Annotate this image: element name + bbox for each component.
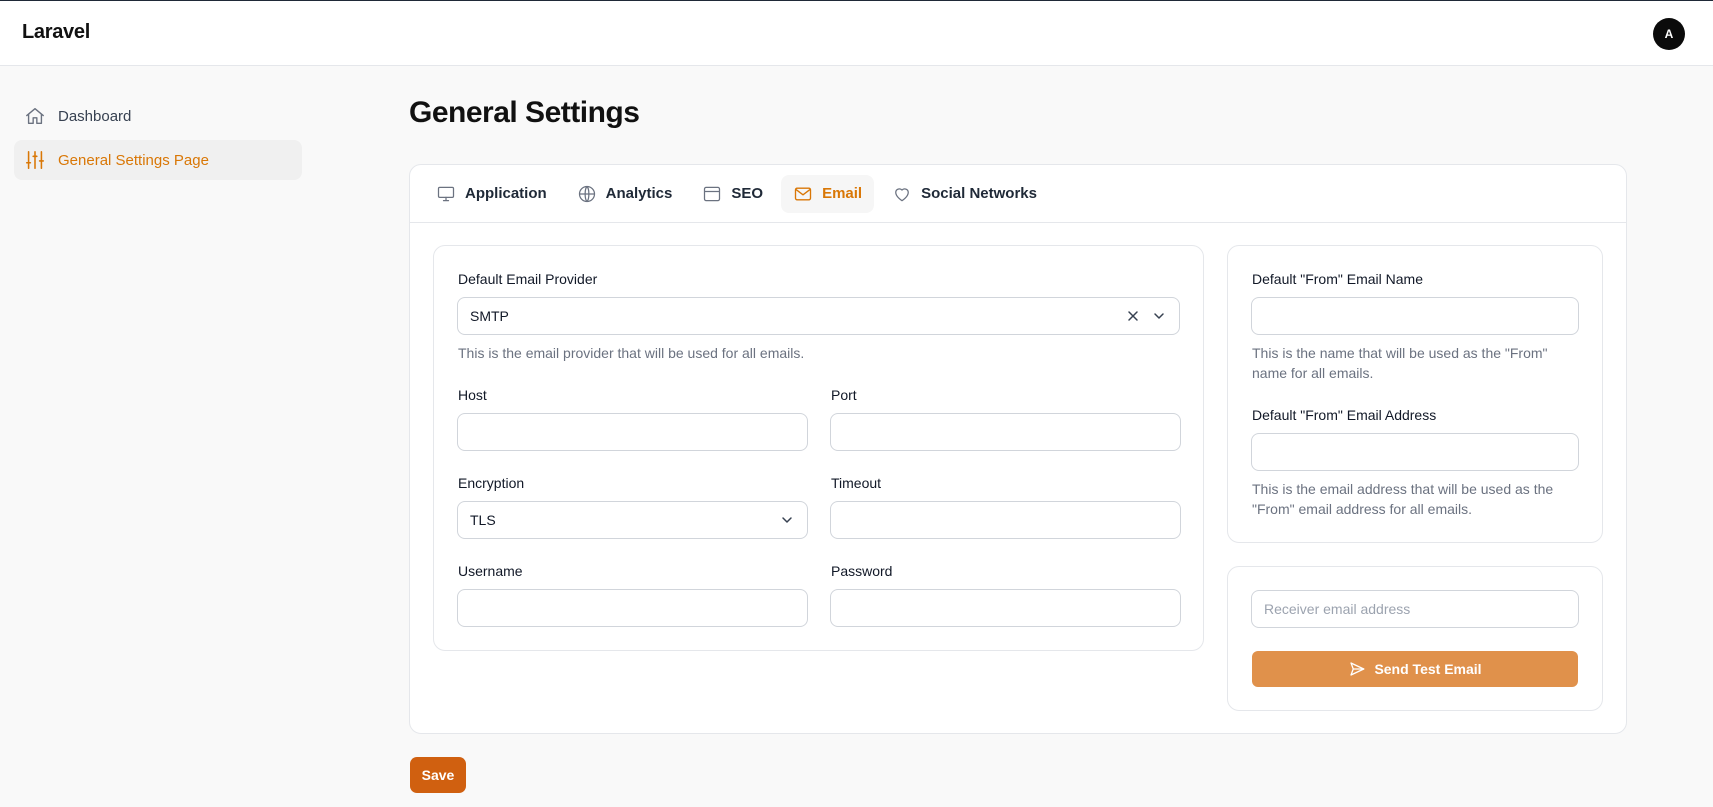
tab-label: Analytics — [605, 185, 673, 202]
username-label: Username — [458, 563, 523, 579]
from-address-hint: This is the email address that will be u… — [1252, 481, 1554, 517]
send-icon — [1350, 662, 1365, 676]
port-input[interactable] — [830, 413, 1181, 451]
from-name-hint: This is the name that will be used as th… — [1252, 345, 1548, 381]
sidebar-item-general-settings[interactable]: General Settings Page — [14, 140, 302, 180]
send-test-email-button[interactable]: Send Test Email — [1252, 651, 1578, 687]
from-address-input[interactable] — [1251, 433, 1579, 471]
port-label: Port — [831, 387, 857, 403]
tab-seo[interactable]: SEO — [690, 175, 775, 213]
window-icon — [704, 186, 721, 201]
tab-analytics[interactable]: Analytics — [565, 175, 685, 213]
host-input[interactable] — [457, 413, 808, 451]
sidebar-item-label: Dashboard — [58, 107, 132, 125]
smtp-settings-panel: Default Email Provider SMTP This is the … — [433, 245, 1204, 651]
email-provider-label: Default Email Provider — [458, 271, 598, 287]
tab-label: SEO — [731, 185, 764, 202]
globe-icon — [578, 185, 595, 202]
save-button[interactable]: Save — [410, 757, 466, 793]
tab-label: Email — [822, 185, 863, 202]
timeout-label: Timeout — [831, 475, 882, 491]
clear-icon[interactable] — [1125, 308, 1141, 324]
from-name-input[interactable] — [1251, 297, 1579, 335]
heart-icon — [895, 187, 909, 201]
home-icon — [26, 107, 44, 125]
encryption-value: TLS — [470, 512, 496, 528]
timeout-input[interactable] — [830, 501, 1181, 539]
from-name-label: Default "From" Email Name — [1252, 271, 1423, 287]
tab-bar: Application Analytics SEO Email Social N… — [410, 165, 1626, 223]
password-label: Password — [831, 563, 893, 579]
email-provider-hint: This is the email provider that will be … — [458, 345, 805, 361]
top-bar: Laravel A — [0, 0, 1713, 66]
tab-label: Application — [465, 185, 547, 202]
password-input[interactable] — [830, 589, 1181, 627]
tab-email[interactable]: Email — [781, 174, 875, 213]
email-provider-select[interactable]: SMTP — [457, 297, 1180, 335]
settings-card: Application Analytics SEO Email Social N… — [409, 164, 1627, 734]
test-email-panel: Send Test Email — [1227, 566, 1603, 711]
receiver-email-input[interactable] — [1251, 590, 1579, 628]
sidebar: Dashboard General Settings Page — [14, 96, 302, 184]
tab-application[interactable]: Application — [424, 175, 559, 213]
chevron-down-icon — [782, 517, 792, 523]
envelope-icon — [794, 187, 812, 200]
chevron-down-icon — [1154, 313, 1164, 319]
from-address-label: Default "From" Email Address — [1252, 407, 1437, 423]
encryption-select[interactable]: TLS — [457, 501, 808, 539]
send-test-email-label: Send Test Email — [1374, 661, 1482, 677]
brand-logo[interactable]: Laravel — [22, 21, 90, 44]
username-input[interactable] — [457, 589, 808, 627]
user-avatar[interactable]: A — [1653, 18, 1685, 50]
email-provider-value: SMTP — [470, 308, 509, 324]
tab-social-networks[interactable]: Social Networks — [880, 175, 1049, 213]
sidebar-item-label: General Settings Page — [58, 151, 209, 169]
sidebar-item-dashboard[interactable]: Dashboard — [14, 96, 302, 136]
encryption-label: Encryption — [458, 475, 525, 491]
computer-icon — [437, 186, 455, 201]
host-label: Host — [458, 387, 487, 403]
page-title: General Settings — [409, 96, 640, 129]
from-settings-panel: Default "From" Email Name This is the na… — [1227, 245, 1603, 543]
sliders-icon — [25, 150, 45, 170]
tab-label: Social Networks — [921, 185, 1037, 202]
